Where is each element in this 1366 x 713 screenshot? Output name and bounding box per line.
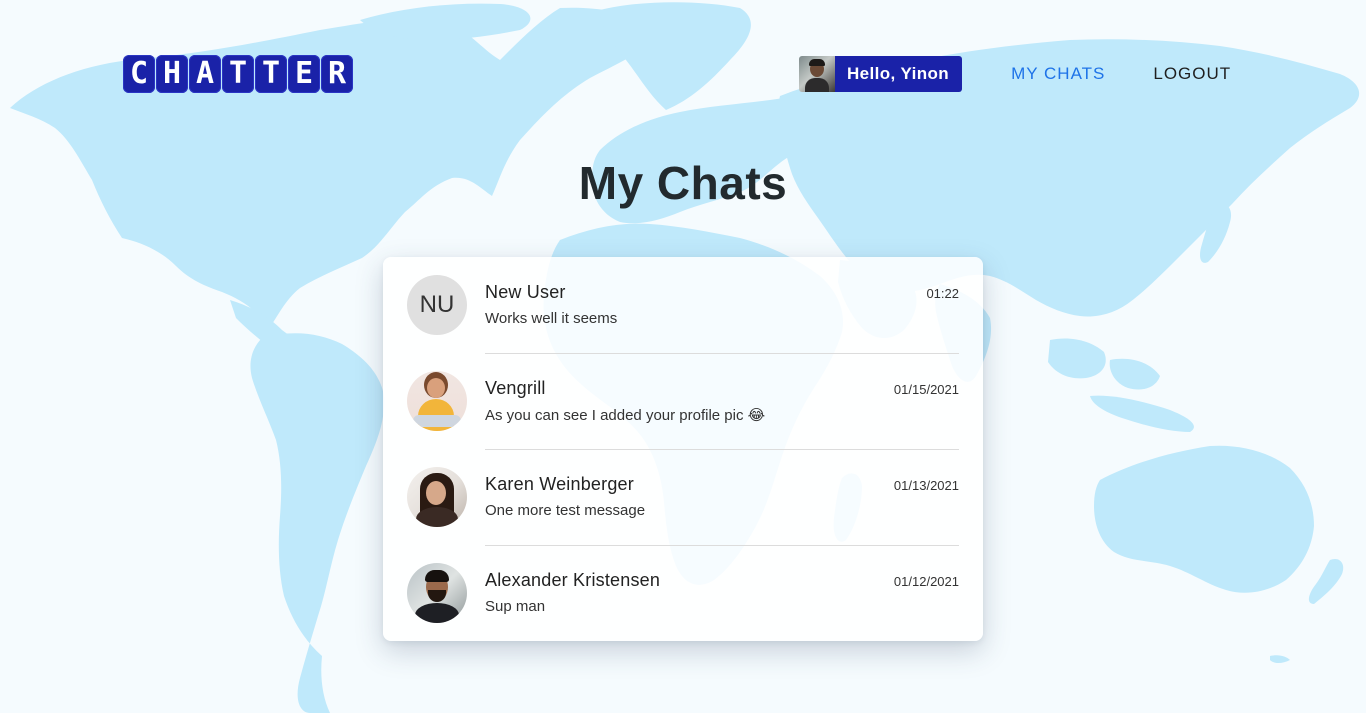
logo-letter: C (123, 55, 155, 93)
logo-letter: R (321, 55, 353, 93)
logo-letter: E (288, 55, 320, 93)
avatar (407, 563, 467, 623)
chat-contact-name: Alexander Kristensen (485, 570, 661, 590)
logo-letter: A (189, 55, 221, 93)
logo-letter: T (255, 55, 287, 93)
chat-contact-name: Vengrill (485, 378, 546, 398)
chat-last-message: One more test message (485, 502, 646, 519)
chat-timestamp: 01/12/2021 (893, 574, 959, 589)
page-title: My Chats (578, 157, 788, 209)
chatter-logo[interactable]: C H A T T E R (123, 55, 353, 93)
chat-timestamp: 01/15/2021 (893, 382, 959, 397)
chat-list: NU New User Works well it seems 01:22 Ve… (383, 257, 983, 641)
chat-contact-name: Karen Weinberger (485, 474, 634, 494)
nav-link-my-chats[interactable]: MY CHATS (1011, 64, 1105, 84)
chat-last-message: As you can see I added your profile pic … (485, 407, 766, 424)
chat-timestamp: 01/13/2021 (893, 478, 959, 493)
page: C H A T T E R Hello, Yinon MY CHATS LOGO… (0, 0, 1366, 713)
avatar: NU (407, 275, 467, 335)
chat-list-item[interactable]: Vengrill As you can see I added your pro… (383, 353, 983, 449)
chat-list-item[interactable]: Alexander Kristensen Sup man 01/12/2021 (383, 545, 983, 641)
avatar (407, 467, 467, 527)
chat-list-item[interactable]: NU New User Works well it seems 01:22 (383, 257, 983, 353)
chat-timestamp: 01:22 (926, 286, 959, 301)
logo-letter: T (222, 55, 254, 93)
chat-contact-name: New User (485, 282, 566, 302)
nav-link-logout[interactable]: LOGOUT (1153, 64, 1231, 84)
chat-list-item[interactable]: Karen Weinberger One more test message 0… (383, 449, 983, 545)
top-nav: Hello, Yinon MY CHATS LOGOUT (799, 56, 1231, 92)
avatar (407, 371, 467, 431)
chat-last-message: Works well it seems (485, 310, 618, 327)
user-greeting: Hello, Yinon (835, 56, 963, 92)
chat-last-message: Sup man (485, 598, 546, 615)
logo-letter: H (156, 55, 188, 93)
user-avatar (799, 56, 835, 92)
user-profile-button[interactable]: Hello, Yinon (799, 56, 963, 92)
